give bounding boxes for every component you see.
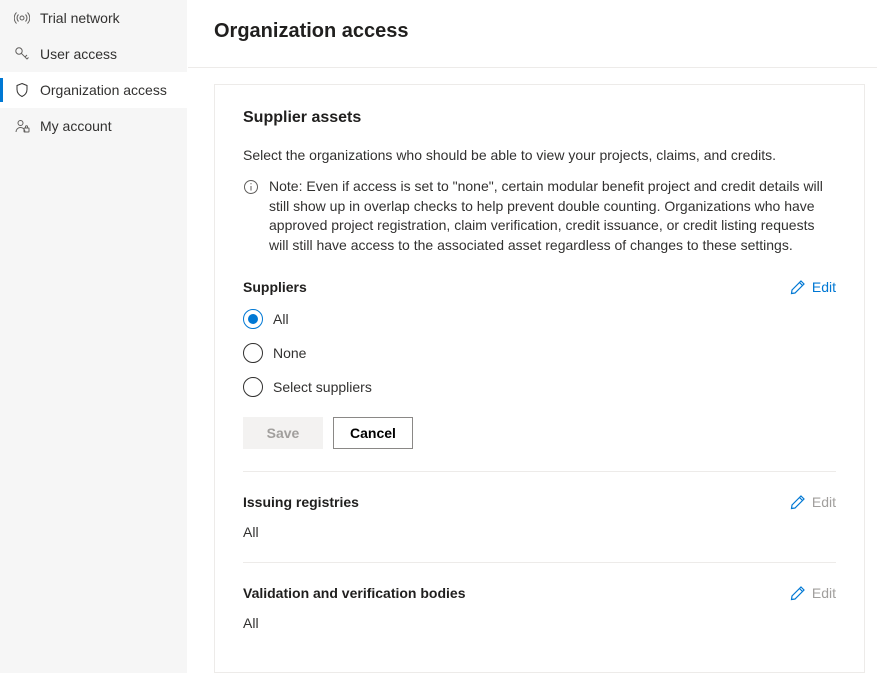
sidebar-item-label: Trial network	[40, 10, 120, 26]
edit-label: Edit	[812, 494, 836, 510]
suppliers-title: Suppliers	[243, 279, 307, 295]
button-row: Save Cancel	[243, 417, 836, 449]
supplier-assets-title: Supplier assets	[243, 109, 836, 127]
cancel-button[interactable]: Cancel	[333, 417, 413, 449]
radio-label: All	[273, 311, 289, 327]
radio-circle	[243, 309, 263, 329]
radio-all[interactable]: All	[243, 309, 836, 329]
sidebar-item-my-account[interactable]: My account	[0, 108, 187, 144]
sidebar-item-organization-access[interactable]: Organization access	[0, 72, 187, 108]
suppliers-section: Suppliers Edit All None	[243, 279, 836, 472]
vvb-title: Validation and verification bodies	[243, 585, 466, 601]
pencil-icon	[790, 279, 806, 295]
supplier-assets-description: Select the organizations who should be a…	[243, 147, 836, 163]
card-container: Supplier assets Select the organizations…	[188, 68, 877, 673]
radio-select-suppliers[interactable]: Select suppliers	[243, 377, 836, 397]
page-title: Organization access	[214, 20, 851, 43]
key-icon	[14, 46, 30, 62]
page-header: Organization access	[188, 0, 877, 68]
sidebar-item-user-access[interactable]: User access	[0, 36, 187, 72]
sidebar-item-trial-network[interactable]: Trial network	[0, 0, 187, 36]
vvb-edit-link[interactable]: Edit	[790, 585, 836, 601]
sidebar-item-label: My account	[40, 118, 112, 134]
registries-title: Issuing registries	[243, 494, 359, 510]
note-row: Note: Even if access is set to "none", c…	[243, 177, 836, 255]
vvb-section: Validation and verification bodies Edit …	[243, 585, 836, 653]
broadcast-icon	[14, 10, 30, 26]
radio-circle	[243, 343, 263, 363]
pencil-icon	[790, 494, 806, 510]
edit-label: Edit	[812, 279, 836, 295]
note-text: Note: Even if access is set to "none", c…	[269, 177, 836, 255]
registries-section: Issuing registries Edit All	[243, 494, 836, 563]
radio-circle	[243, 377, 263, 397]
sidebar-item-label: Organization access	[40, 82, 167, 98]
shield-icon	[14, 82, 30, 98]
sidebar-item-label: User access	[40, 46, 117, 62]
suppliers-edit-link[interactable]: Edit	[790, 279, 836, 295]
main-content: Organization access Supplier assets Sele…	[188, 0, 877, 673]
sidebar: Trial network User access Organization a…	[0, 0, 188, 673]
person-icon	[14, 118, 30, 134]
edit-label: Edit	[812, 585, 836, 601]
save-button[interactable]: Save	[243, 417, 323, 449]
info-icon	[243, 179, 259, 195]
suppliers-radio-group: All None Select suppliers	[243, 309, 836, 397]
pencil-icon	[790, 585, 806, 601]
registries-value: All	[243, 524, 836, 540]
radio-label: None	[273, 345, 306, 361]
vvb-value: All	[243, 615, 836, 631]
registries-edit-link[interactable]: Edit	[790, 494, 836, 510]
supplier-assets-card: Supplier assets Select the organizations…	[214, 84, 865, 673]
radio-none[interactable]: None	[243, 343, 836, 363]
radio-label: Select suppliers	[273, 379, 372, 395]
